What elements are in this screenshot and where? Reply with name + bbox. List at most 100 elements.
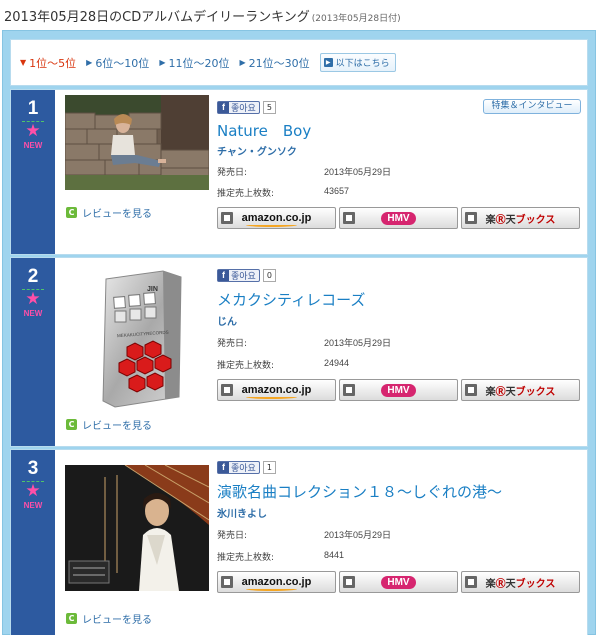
album-cover[interactable] — [65, 465, 209, 591]
star-icon: ★ — [25, 289, 41, 309]
like-label: 좋아요 — [231, 104, 256, 114]
rank-range-tabs: ▼ 1位〜5位 ▶ 6位〜10位 ▶ 11位〜20位 ▶ 21位〜30位 ▶ 以… — [10, 39, 588, 86]
release-date-label: 発売日: — [217, 531, 248, 541]
review-link[interactable]: C レビューを見る — [66, 611, 152, 626]
svg-text:JIN: JIN — [147, 286, 158, 293]
tab-label: 6位〜10位 — [95, 56, 150, 70]
cart-icon — [221, 212, 233, 224]
hmv-button[interactable]: HMV — [339, 571, 458, 593]
ranking-row-2: 2 ★ NEW JIN MEKAKUCITYRECORDS C レビューを見る … — [10, 257, 588, 447]
sales-label: 推定売上枚数: — [217, 189, 275, 199]
album-cover-image — [65, 465, 209, 591]
review-icon: C — [66, 613, 77, 624]
rakuten-logo: 楽Ⓡ天ブックス — [485, 214, 556, 226]
album-cover-image — [65, 95, 209, 190]
review-link[interactable]: C レビューを見る — [66, 205, 152, 220]
special-interview-button[interactable]: 特集＆インタビュー — [483, 99, 581, 114]
caret-down-icon: ▼ — [20, 58, 27, 67]
hmv-logo: HMV — [381, 211, 416, 225]
facebook-like-button[interactable]: f 좋아요 — [217, 461, 260, 474]
store-buttons: amazon.co.jp HMV 楽Ⓡ天ブックス — [217, 379, 580, 401]
release-date-label: 発売日: — [217, 339, 248, 349]
ranking-row-1: 1 ★ NEW C レビューを見る f 좋아요 5 特集＆インタビュー Natu… — [10, 89, 588, 255]
facebook-icon: f — [218, 270, 229, 281]
rank-number: 2 — [27, 266, 39, 287]
artist-name[interactable]: 氷川きよし — [217, 505, 267, 520]
album-title[interactable]: Nature Boy — [217, 120, 311, 141]
sales-label: 推定売上枚数: — [217, 553, 275, 563]
amazon-button[interactable]: amazon.co.jp — [217, 207, 336, 229]
review-link[interactable]: C レビューを見る — [66, 417, 152, 432]
cart-icon — [221, 576, 233, 588]
tab-rank-1-5[interactable]: ▼ 1位〜5位 — [20, 55, 76, 71]
amazon-logo: amazon.co.jp — [242, 576, 311, 591]
rank-number: 1 — [27, 98, 39, 119]
rakuten-button[interactable]: 楽Ⓡ天ブックス — [461, 571, 580, 593]
sales-value: 8441 — [324, 550, 345, 560]
cart-icon — [343, 576, 355, 588]
sales-label: 推定売上枚数: — [217, 361, 275, 371]
amazon-button[interactable]: amazon.co.jp — [217, 571, 336, 593]
album-cover[interactable]: JIN MEKAKUCITYRECORDS — [65, 269, 209, 409]
rakuten-logo: 楽Ⓡ天ブックス — [485, 386, 556, 398]
hmv-button[interactable]: HMV — [339, 379, 458, 401]
facebook-like-button[interactable]: f 좋아요 — [217, 101, 260, 114]
cart-icon — [343, 384, 355, 396]
sales-value: 43657 — [324, 186, 350, 196]
amazon-button[interactable]: amazon.co.jp — [217, 379, 336, 401]
page-date-note: (2013年05月28日付) — [311, 14, 401, 24]
sales-value: 24944 — [324, 358, 350, 368]
facebook-icon: f — [218, 462, 229, 473]
rank-number: 3 — [27, 458, 39, 479]
review-icon: C — [66, 419, 77, 430]
artist-name[interactable]: チャン・グンソク — [217, 143, 297, 158]
album-title[interactable]: 演歌名曲コレクション１８〜しぐれの港〜 — [217, 481, 502, 502]
rakuten-button[interactable]: 楽Ⓡ天ブックス — [461, 379, 580, 401]
release-date-value: 2013年05月29日 — [324, 167, 392, 177]
store-buttons: amazon.co.jp HMV 楽Ⓡ天ブックス — [217, 571, 580, 593]
amazon-logo: amazon.co.jp — [242, 384, 311, 399]
artist-name[interactable]: じん — [217, 313, 237, 328]
release-date-value: 2013年05月29日 — [324, 530, 392, 540]
store-buttons: amazon.co.jp HMV 楽Ⓡ天ブックス — [217, 207, 580, 229]
rakuten-button[interactable]: 楽Ⓡ天ブックス — [461, 207, 580, 229]
more-ranks-button[interactable]: ▶ 以下はこちら — [319, 53, 396, 72]
hmv-logo: HMV — [381, 575, 416, 589]
like-count: 5 — [262, 101, 276, 114]
tab-label: 11位〜20位 — [168, 56, 230, 70]
new-badge: NEW — [23, 501, 43, 510]
cart-icon — [221, 384, 233, 396]
facebook-icon: f — [218, 102, 229, 113]
tab-rank-21-30[interactable]: ▶ 21位〜30位 — [239, 55, 309, 71]
cart-icon — [465, 212, 477, 224]
tab-rank-6-10[interactable]: ▶ 6位〜10位 — [86, 55, 149, 71]
ranking-row-3: 3 ★ NEW C レビューを見る f 좋아요 1 演歌名曲コレクション１８〜し… — [10, 449, 588, 635]
facebook-like-button[interactable]: f 좋아요 — [217, 269, 260, 282]
tab-label: 1位〜5位 — [29, 56, 77, 70]
page-header: 2013年05月28日のCDアルバムデイリーランキング (2013年05月28日… — [4, 6, 401, 28]
cart-icon — [465, 576, 477, 588]
like-count: 1 — [262, 461, 276, 474]
review-label: レビューを見る — [82, 421, 152, 432]
like-count: 0 — [262, 269, 276, 282]
album-title[interactable]: メカクシティレコーズ — [217, 289, 365, 310]
rank-column: 1 ★ NEW — [11, 90, 55, 254]
cart-icon — [343, 212, 355, 224]
tab-rank-11-20[interactable]: ▶ 11位〜20位 — [159, 55, 229, 71]
rank-column: 2 ★ NEW — [11, 258, 55, 446]
tab-label: 21位〜30位 — [248, 56, 310, 70]
page-title: 2013年05月28日のCDアルバムデイリーランキング — [4, 10, 310, 25]
release-date-label: 発売日: — [217, 168, 248, 178]
hmv-button[interactable]: HMV — [339, 207, 458, 229]
star-icon: ★ — [25, 121, 41, 141]
caret-right-icon: ▶ — [239, 58, 246, 67]
release-date-value: 2013年05月29日 — [324, 338, 392, 348]
album-cover[interactable] — [65, 95, 209, 190]
rank-column: 3 ★ NEW — [11, 450, 55, 635]
ranking-frame: ▼ 1位〜5位 ▶ 6位〜10位 ▶ 11位〜20位 ▶ 21位〜30位 ▶ 以… — [2, 30, 596, 635]
cart-icon — [465, 384, 477, 396]
new-badge: NEW — [23, 309, 43, 318]
facebook-like: f 좋아요 5 — [217, 101, 276, 114]
play-icon: ▶ — [323, 58, 333, 67]
amazon-logo: amazon.co.jp — [242, 212, 311, 227]
